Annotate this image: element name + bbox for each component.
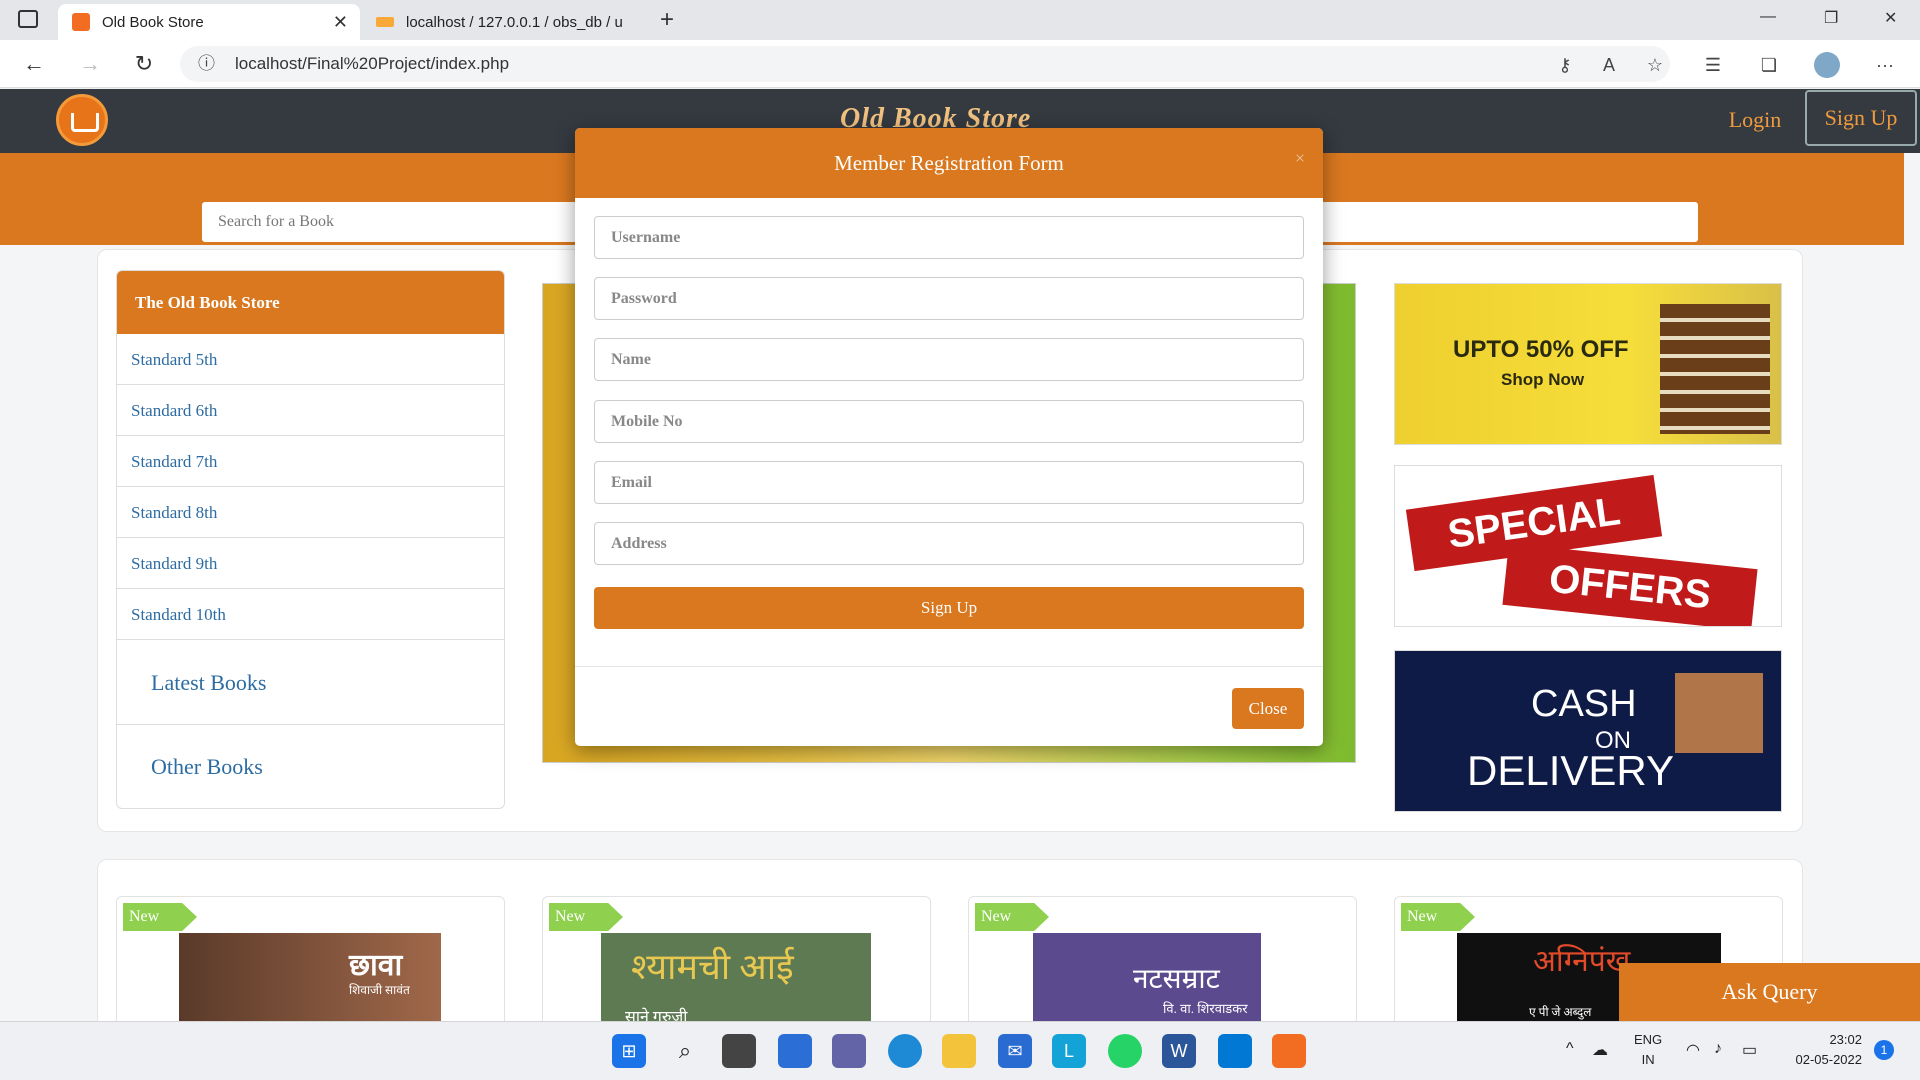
xampp-icon[interactable] <box>1272 1034 1306 1068</box>
modal-close-button[interactable]: Close <box>1232 688 1304 729</box>
forward-icon[interactable]: → <box>76 50 104 78</box>
name-field[interactable]: Name <box>594 338 1304 381</box>
address-bar-row: ← → ↻ ⓘ localhost/Final%20Project/index.… <box>0 40 1920 88</box>
vscode-icon[interactable] <box>1218 1034 1252 1068</box>
l-app-icon[interactable]: L <box>1052 1034 1086 1068</box>
tray-chevron-icon[interactable]: ^ <box>1566 1040 1574 1058</box>
tab-phpmyadmin[interactable]: localhost / 127.0.0.1 / obs_db / u <box>362 4 652 40</box>
password-field[interactable]: Password <box>594 277 1304 320</box>
refresh-icon[interactable]: ↻ <box>130 50 158 78</box>
phpmyadmin-icon <box>376 17 394 27</box>
clock[interactable]: 23:02 02-05-2022 <box>1782 1030 1863 1070</box>
edge-icon[interactable] <box>888 1034 922 1068</box>
region-code: IN <box>1641 1052 1655 1067</box>
info-icon[interactable]: ⓘ <box>198 46 215 82</box>
battery-icon[interactable]: ▭ <box>1742 1040 1757 1060</box>
search-icon[interactable]: ⌕ <box>668 1034 702 1068</box>
start-icon[interactable]: ⊞ <box>612 1034 646 1068</box>
new-tab-button[interactable]: + <box>660 6 674 34</box>
profile-avatar[interactable] <box>1814 52 1840 78</box>
xampp-icon <box>72 13 90 31</box>
word-icon[interactable]: W <box>1162 1034 1196 1068</box>
tab-title: localhost / 127.0.0.1 / obs_db / u <box>406 13 623 31</box>
wifi-icon[interactable]: ◠ <box>1686 1040 1700 1060</box>
chat-icon[interactable] <box>832 1034 866 1068</box>
web-page: Old Book Store Login Sign Up Search for … <box>0 89 1920 1021</box>
file-explorer-icon[interactable] <box>942 1034 976 1068</box>
collections-icon[interactable]: ❏ <box>1756 52 1782 78</box>
tab-title: Old Book Store <box>102 13 204 31</box>
email-field[interactable]: Email <box>594 461 1304 504</box>
mail-icon[interactable]: ✉ <box>998 1034 1032 1068</box>
language-indicator[interactable]: ENG IN <box>1634 1030 1662 1070</box>
add-favorite-icon[interactable]: ☆ <box>1642 52 1668 78</box>
modal-close-icon[interactable]: × <box>1295 148 1305 169</box>
modal-header: Member Registration Form <box>575 128 1323 198</box>
widgets-icon[interactable] <box>778 1034 812 1068</box>
minimize-button[interactable]: — <box>1760 8 1776 26</box>
clock-date: 02-05-2022 <box>1795 1052 1863 1067</box>
read-aloud-icon[interactable]: A <box>1596 52 1622 78</box>
favorites-icon[interactable]: ☰ <box>1700 52 1726 78</box>
tab-old-book-store[interactable]: Old Book Store ✕ <box>58 4 360 40</box>
modal-footer-divider <box>575 666 1323 667</box>
maximize-button[interactable]: ❐ <box>1824 8 1838 28</box>
mobile-field[interactable]: Mobile No <box>594 400 1304 443</box>
browser-tab-bar: Old Book Store ✕ localhost / 127.0.0.1 /… <box>0 0 1920 40</box>
tab-close-icon[interactable]: ✕ <box>333 12 348 33</box>
window-close-button[interactable]: ✕ <box>1884 8 1897 28</box>
more-icon[interactable]: ··· <box>1872 52 1898 78</box>
back-icon[interactable]: ← <box>20 50 48 78</box>
language-code: ENG <box>1634 1032 1663 1047</box>
whatsapp-icon[interactable] <box>1108 1034 1142 1068</box>
address-field[interactable]: Address <box>594 522 1304 565</box>
modal-signup-button[interactable]: Sign Up <box>594 587 1304 629</box>
url-text: localhost/Final%20Project/index.php <box>235 54 510 73</box>
task-view-icon[interactable] <box>722 1034 756 1068</box>
tab-actions-icon[interactable] <box>18 10 38 28</box>
username-field[interactable]: Username <box>594 216 1304 259</box>
url-field[interactable]: ⓘ localhost/Final%20Project/index.php <box>180 46 1670 82</box>
registration-modal: Member Registration Form × Username Pass… <box>575 128 1323 746</box>
windows-taskbar: ⊞ ⌕ ✉ L W ^ ☁ ENG IN ◠ ♪ ▭ 23:02 02-05-2… <box>0 1021 1920 1080</box>
clock-time: 23:02 <box>1829 1032 1862 1047</box>
notification-badge[interactable]: 1 <box>1874 1040 1894 1060</box>
key-icon[interactable]: ⚷ <box>1552 52 1578 78</box>
volume-icon[interactable]: ♪ <box>1714 1040 1722 1058</box>
modal-title: Member Registration Form <box>834 151 1064 175</box>
onedrive-icon[interactable]: ☁ <box>1592 1040 1608 1060</box>
